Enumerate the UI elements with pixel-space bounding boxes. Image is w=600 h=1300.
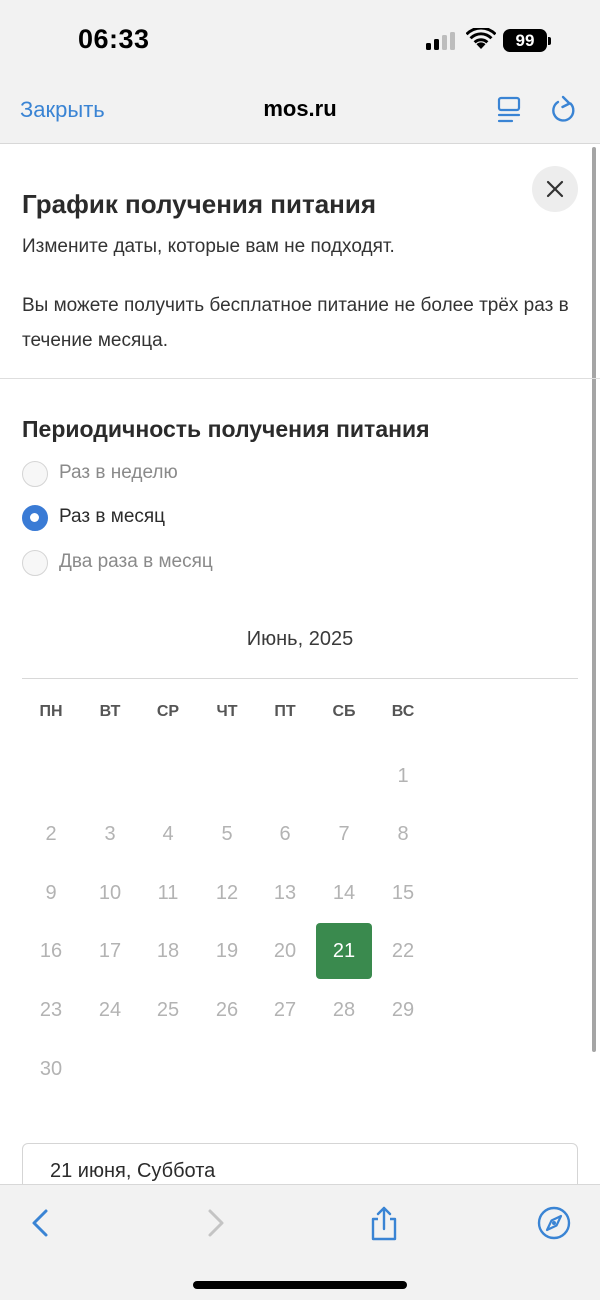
calendar-day[interactable]: 1 [375,748,431,804]
calendar-day[interactable]: 27 [257,982,313,1038]
calendar-day[interactable]: 12 [199,865,255,921]
calendar-day-selected[interactable]: 21 [316,923,372,979]
calendar-day[interactable]: 19 [199,923,255,979]
scrollbar[interactable] [592,147,596,1052]
calendar-day[interactable]: 25 [140,982,196,1038]
wifi-icon [466,28,496,49]
calendar-day[interactable]: 7 [316,806,372,862]
modal-content: График получения питания Измените даты, … [0,145,600,1185]
calendar-day[interactable]: 13 [257,865,313,921]
calendar-day[interactable]: 3 [82,806,138,862]
calendar-day[interactable]: 17 [82,923,138,979]
back-arrow-icon[interactable] [24,1205,60,1241]
weekday-label: СБ [332,703,356,720]
radio-button-checked[interactable] [22,505,48,531]
calendar-day[interactable]: 5 [199,806,255,862]
radio-label: Раз в неделю [59,462,178,483]
battery-icon: 99 [503,29,551,52]
frequency-title: Периодичность получения питания [22,416,430,442]
calendar-day[interactable]: 14 [316,865,372,921]
selected-date-value: 21 июня, Суббота [50,1160,216,1182]
calendar-day[interactable]: 23 [23,982,79,1038]
status-bar: 06:33 99 [0,0,600,78]
calendar-day[interactable]: 28 [316,982,372,1038]
calendar-day[interactable]: 18 [140,923,196,979]
calendar-day[interactable]: 10 [82,865,138,921]
home-indicator[interactable] [193,1281,407,1289]
divider [0,378,600,379]
weekday-label: ПН [39,703,63,720]
weekday-label: ВС [391,703,415,720]
calendar-day[interactable]: 8 [375,806,431,862]
calendar-day[interactable]: 2 [23,806,79,862]
calendar-day[interactable]: 30 [23,1041,79,1097]
calendar-day[interactable]: 9 [23,865,79,921]
page-subtitle: Измените даты, которые вам не подходят. [22,236,395,257]
forward-arrow-icon[interactable] [198,1205,234,1241]
status-time: 06:33 [78,24,150,54]
calendar-day[interactable]: 11 [140,865,196,921]
weekday-label: ПТ [274,703,296,720]
page-title: График получения питания [22,189,377,219]
share-icon[interactable] [366,1205,402,1241]
weekday-label: ЧТ [216,703,238,720]
list-icon[interactable] [496,96,522,124]
browser-top-bar: Закрыть mos.ru [0,78,600,144]
compass-icon[interactable] [536,1205,572,1241]
info-text: Вы можете получить бесплатное питание не… [22,295,569,351]
calendar-day[interactable]: 26 [199,982,255,1038]
reload-icon[interactable] [550,95,578,125]
calendar-day[interactable]: 6 [257,806,313,862]
calendar-day[interactable]: 22 [375,923,431,979]
modal-close-button[interactable] [532,166,578,212]
radio-label: Раз в месяц [59,506,166,527]
weekday-label: СР [156,703,180,720]
cellular-signal-icon [426,32,458,50]
browser-toolbar [0,1184,600,1300]
calendar-day[interactable]: 16 [23,923,79,979]
calendar-day[interactable]: 15 [375,865,431,921]
radio-label: Два раза в месяц [59,551,213,572]
radio-button[interactable] [22,550,48,576]
calendar-day[interactable]: 29 [375,982,431,1038]
close-icon [546,180,564,198]
radio-button[interactable] [22,461,48,487]
calendar-day[interactable]: 20 [257,923,313,979]
calendar-day[interactable]: 24 [82,982,138,1038]
selected-date-field[interactable]: 21 июня, Суббота [22,1143,578,1185]
calendar-month: Июнь, 2025 [246,628,354,650]
calendar-divider [22,678,578,679]
calendar-day[interactable]: 4 [140,806,196,862]
weekday-label: ВТ [99,703,121,720]
